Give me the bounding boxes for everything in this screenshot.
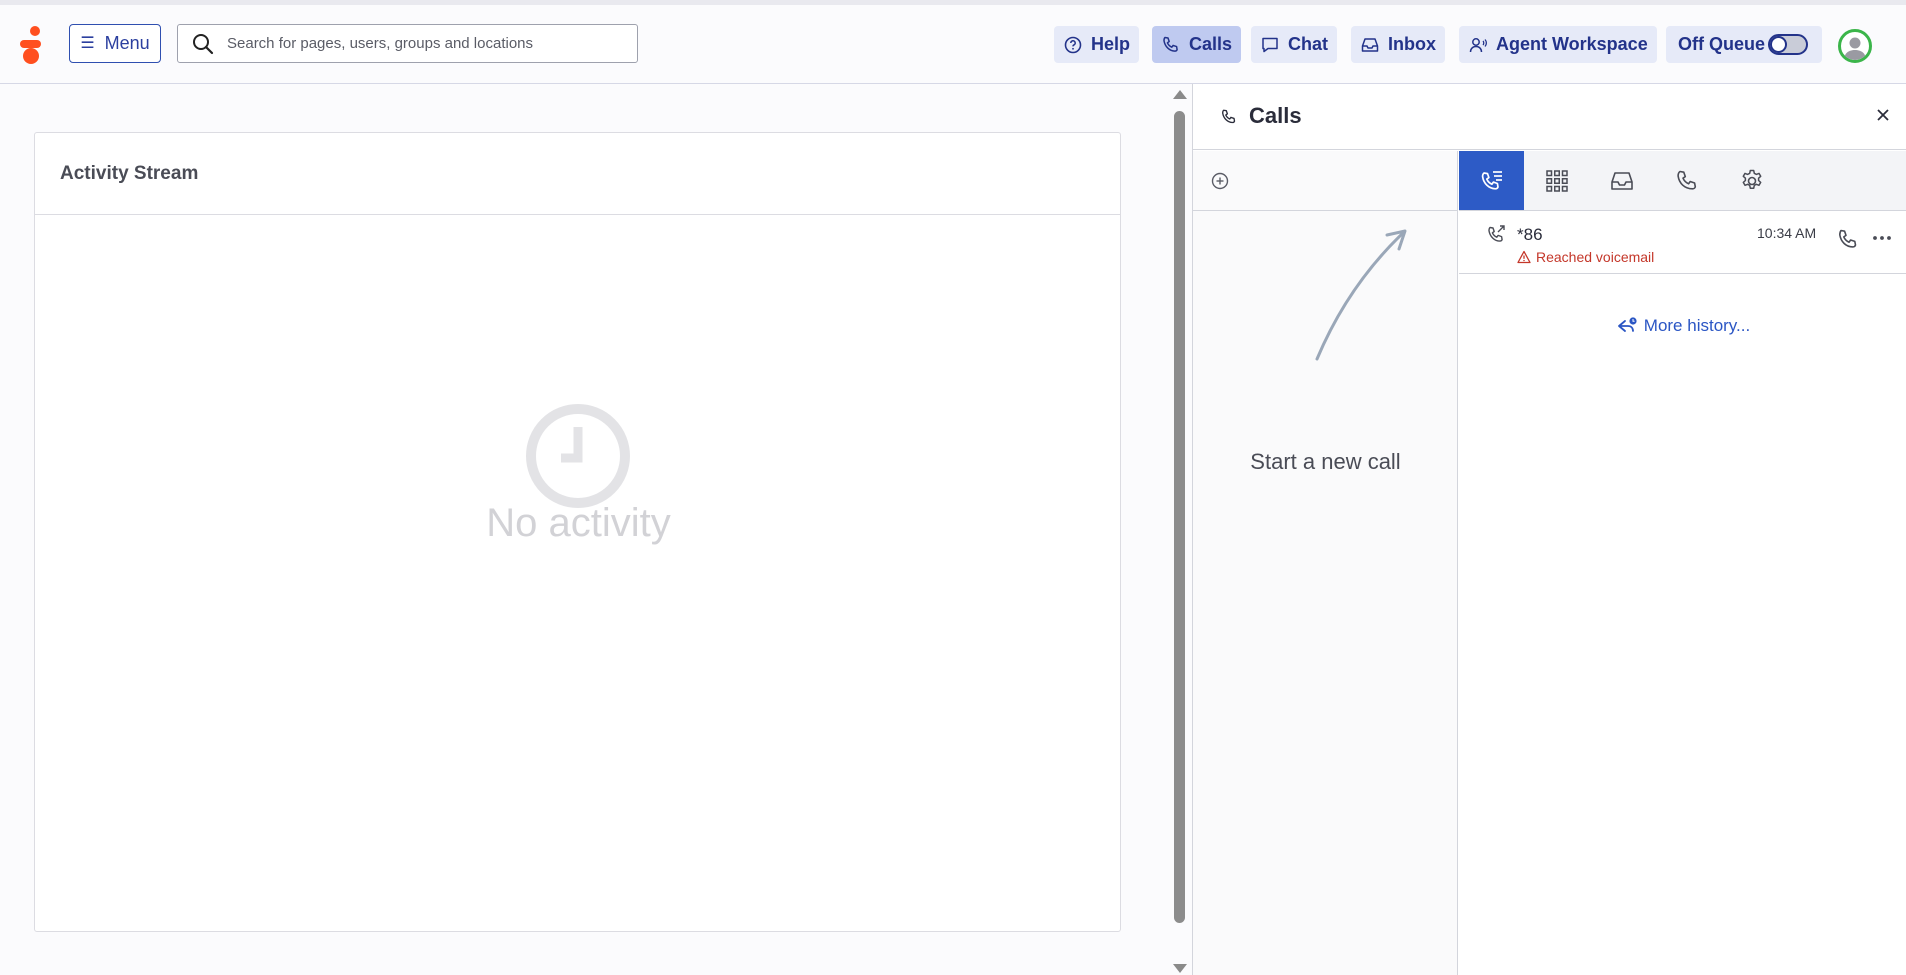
calls-button[interactable]: Calls bbox=[1152, 26, 1242, 63]
chat-button[interactable]: Chat bbox=[1251, 26, 1337, 63]
clock-icon bbox=[526, 404, 630, 508]
calls-panel: Calls Start a new call *86 Reached voice… bbox=[1192, 84, 1906, 975]
tab-voicemail[interactable] bbox=[1589, 151, 1654, 210]
no-activity-text: No activity bbox=[486, 501, 671, 545]
help-icon bbox=[1064, 36, 1082, 53]
genesys-logo-icon bbox=[20, 26, 41, 64]
scroll-up-arrow-icon[interactable] bbox=[1173, 90, 1187, 99]
call-number: *86 bbox=[1517, 225, 1543, 244]
add-circle-icon[interactable] bbox=[1210, 171, 1230, 191]
calls-label: Calls bbox=[1189, 34, 1233, 54]
call-time: 10:34 AM bbox=[1757, 225, 1817, 241]
user-avatar[interactable] bbox=[1838, 29, 1872, 63]
scroll-down-arrow-icon[interactable] bbox=[1173, 964, 1187, 973]
scrollbar-thumb[interactable] bbox=[1174, 111, 1185, 923]
phone-icon bbox=[1222, 109, 1236, 124]
search-input[interactable] bbox=[227, 35, 627, 52]
gear-icon bbox=[1742, 169, 1761, 189]
help-label: Help bbox=[1091, 34, 1131, 54]
calls-panel-title: Calls bbox=[1249, 103, 1302, 128]
user-icon bbox=[1844, 37, 1866, 60]
call-status-text: Reached voicemail bbox=[1536, 249, 1655, 265]
menu-button[interactable]: ☰ Menu bbox=[69, 24, 161, 63]
dialpad-icon bbox=[1545, 169, 1568, 192]
tab-settings[interactable] bbox=[1719, 151, 1784, 210]
history-back-icon bbox=[1617, 317, 1637, 332]
phone-icon bbox=[1163, 36, 1178, 52]
call-history-row[interactable]: *86 Reached voicemail 10:34 AM bbox=[1459, 211, 1906, 274]
page-scrollbar[interactable] bbox=[1172, 88, 1188, 975]
help-button[interactable]: Help bbox=[1054, 26, 1140, 63]
calls-panel-header: Calls bbox=[1193, 84, 1906, 150]
agent-workspace-button[interactable]: Agent Workspace bbox=[1459, 26, 1657, 63]
add-call-bar bbox=[1193, 151, 1457, 211]
call-history-icon bbox=[1481, 170, 1502, 190]
hamburger-icon: ☰ bbox=[80, 34, 95, 52]
more-history-label: More history... bbox=[1643, 316, 1751, 335]
tab-call-history[interactable] bbox=[1459, 151, 1524, 210]
queue-label: Off Queue bbox=[1678, 34, 1766, 54]
agent-workspace-label: Agent Workspace bbox=[1496, 34, 1648, 54]
chat-icon bbox=[1262, 37, 1278, 52]
activity-stream-title: Activity Stream bbox=[60, 162, 199, 184]
inbox-label: Inbox bbox=[1388, 34, 1436, 54]
close-icon[interactable] bbox=[1874, 106, 1892, 124]
tab-phone[interactable] bbox=[1654, 151, 1719, 210]
activity-stream-header: Activity Stream bbox=[35, 133, 1120, 215]
outgoing-call-icon bbox=[1488, 225, 1505, 242]
search-icon bbox=[193, 33, 214, 54]
calls-tabs bbox=[1459, 151, 1906, 211]
activity-stream-card: Activity Stream No activity bbox=[34, 132, 1121, 932]
hint-arrow-icon bbox=[1315, 229, 1407, 361]
start-new-call-hint: Start a new call bbox=[1250, 449, 1401, 474]
top-header: ☰ Menu Help Calls Chat Inbox bbox=[0, 5, 1906, 84]
phone-icon bbox=[1676, 170, 1696, 190]
agent-headset-icon bbox=[1469, 37, 1487, 52]
warning-icon bbox=[1517, 250, 1531, 264]
inbox-icon bbox=[1610, 171, 1633, 190]
more-options-icon[interactable] bbox=[1871, 229, 1893, 247]
tab-dialpad[interactable] bbox=[1524, 151, 1589, 210]
inbox-button[interactable]: Inbox bbox=[1351, 26, 1445, 63]
chat-label: Chat bbox=[1288, 34, 1328, 54]
queue-toggle[interactable] bbox=[1768, 34, 1808, 55]
toggle-knob bbox=[1770, 36, 1787, 53]
inbox-icon bbox=[1361, 37, 1379, 52]
new-call-column: Start a new call bbox=[1193, 151, 1458, 975]
more-history-link[interactable]: More history... bbox=[1459, 316, 1906, 336]
call-back-icon[interactable] bbox=[1836, 227, 1860, 251]
call-status: Reached voicemail bbox=[1517, 249, 1654, 265]
menu-label: Menu bbox=[104, 33, 150, 53]
global-search[interactable] bbox=[177, 24, 638, 63]
